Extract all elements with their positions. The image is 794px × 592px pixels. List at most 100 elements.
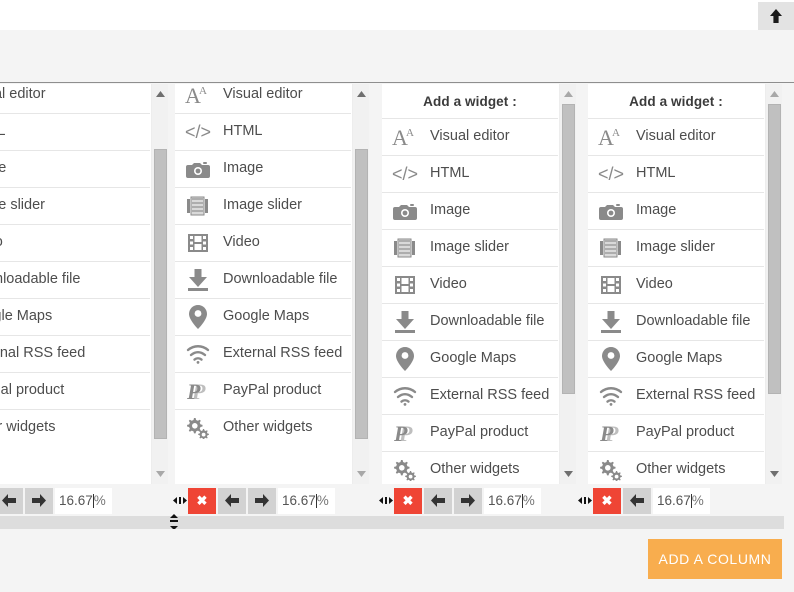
- widget-item-label: Video: [430, 276, 467, 292]
- scrollbar-thumb-column-1[interactable]: [154, 149, 167, 439]
- widget-item-film[interactable]: Video: [588, 266, 764, 303]
- widget-item-label: Image slider: [636, 239, 715, 255]
- image-slider-icon: [183, 193, 213, 219]
- widget-item-rss[interactable]: External RSS feed: [0, 335, 150, 372]
- widget-item-download[interactable]: Downloadable file: [588, 303, 764, 340]
- widget-item-film[interactable]: Video: [382, 266, 558, 303]
- scroll-down-arrow-icon[interactable]: [152, 466, 169, 482]
- scroll-up-arrow-icon[interactable]: [353, 86, 370, 102]
- scrollbar-thumb-column-3[interactable]: [562, 104, 575, 394]
- visual-editor-icon: AA: [596, 124, 626, 150]
- widget-item-label: Downloadable file: [223, 271, 338, 287]
- column-width-input-4[interactable]: 16.67%: [653, 487, 710, 514]
- widget-item-gears[interactable]: Other widgets: [382, 451, 558, 484]
- delete-column-button-4[interactable]: ✖: [593, 487, 621, 514]
- column-4-resize-handle[interactable]: [577, 488, 593, 514]
- rss-icon: [183, 341, 213, 367]
- widget-item-paypal[interactable]: PPPayPal product: [175, 372, 351, 409]
- widget-item-label: Image: [636, 202, 677, 218]
- column-2-resize-handle[interactable]: [172, 488, 188, 514]
- widget-item-paypal[interactable]: PPPayPal product: [382, 414, 558, 451]
- widget-item-paypal[interactable]: PPPayPal product: [588, 414, 764, 451]
- widget-item-label: Video: [223, 234, 260, 250]
- widget-item-image-slider[interactable]: Image slider: [588, 229, 764, 266]
- widget-item-download[interactable]: Downloadable file: [382, 303, 558, 340]
- widget-item-map-pin[interactable]: Google Maps: [382, 340, 558, 377]
- row-resize-bar[interactable]: [0, 516, 784, 529]
- scrollbar-column-3[interactable]: [559, 84, 576, 484]
- scroll-down-arrow-icon[interactable]: [560, 466, 577, 482]
- widget-item-image-slider[interactable]: Image slider: [382, 229, 558, 266]
- column-width-input-2[interactable]: 16.67%: [278, 487, 335, 514]
- scroll-up-arrow-icon[interactable]: [152, 86, 169, 102]
- scrollbar-column-4[interactable]: [765, 84, 782, 484]
- scroll-down-arrow-icon[interactable]: [766, 466, 783, 482]
- scrollbar-column-1[interactable]: [151, 84, 168, 484]
- widget-item-rss[interactable]: External RSS feed: [588, 377, 764, 414]
- widget-item-map-pin[interactable]: Google Maps: [588, 340, 764, 377]
- arrow-up-icon: [769, 8, 783, 24]
- move-left-button-4[interactable]: [623, 487, 651, 514]
- widget-item-film[interactable]: Video: [0, 224, 150, 261]
- add-a-column-button[interactable]: ADD A COLUMN: [648, 539, 782, 579]
- widget-item-code[interactable]: </>HTML: [175, 113, 351, 150]
- widget-item-visual-editor[interactable]: AAVisual editor: [175, 84, 351, 113]
- code-icon: </>: [183, 119, 213, 145]
- arrow-right-icon: [32, 494, 46, 507]
- move-right-button-1[interactable]: [25, 487, 53, 514]
- scrollbar-thumb-column-4[interactable]: [768, 104, 781, 394]
- widget-item-gears[interactable]: Other widgets: [0, 409, 150, 446]
- column-width-value-4: 16.67: [657, 493, 691, 508]
- horizontal-resize-icon: [578, 497, 592, 504]
- scrollbar-column-2[interactable]: [352, 84, 369, 484]
- widget-item-code[interactable]: </>HTML: [588, 155, 764, 192]
- widget-item-download[interactable]: Downloadable file: [175, 261, 351, 298]
- widget-column-3: Add a widget : A A Visual editor </> HTML Imag…: [382, 84, 576, 484]
- widget-item-camera[interactable]: Image: [382, 192, 558, 229]
- widget-item-label: PayPal product: [223, 382, 322, 398]
- column-width-value-1: 16.67: [59, 493, 93, 508]
- widget-item-rss[interactable]: External RSS feed: [382, 377, 558, 414]
- column-width-input-1[interactable]: 16.67%: [55, 487, 112, 514]
- widget-item-film[interactable]: Video: [175, 224, 351, 261]
- film-icon: [183, 230, 213, 256]
- column-width-input-3[interactable]: 16.67%: [484, 487, 541, 514]
- widget-item-image-slider[interactable]: Image slider: [0, 187, 150, 224]
- widget-item-rss[interactable]: External RSS feed: [175, 335, 351, 372]
- widget-list-1: Add a widget :AAVisual editor</>HTMLImag…: [0, 84, 150, 446]
- move-right-button-3[interactable]: [454, 487, 482, 514]
- widget-item-gears[interactable]: Other widgets: [588, 451, 764, 484]
- widget-item-visual-editor[interactable]: AAVisual editor: [382, 118, 558, 155]
- move-left-button-3[interactable]: [424, 487, 452, 514]
- paypal-icon: PP: [390, 420, 420, 446]
- scroll-up-arrow-icon[interactable]: [766, 86, 783, 102]
- widget-item-map-pin[interactable]: Google Maps: [175, 298, 351, 335]
- widget-item-label: PayPal product: [636, 424, 735, 440]
- widget-item-download[interactable]: Downloadable file: [0, 261, 150, 298]
- widget-item-image-slider[interactable]: Image slider: [175, 187, 351, 224]
- widget-item-camera[interactable]: Image: [0, 150, 150, 187]
- scroll-to-top-button[interactable]: [758, 2, 794, 30]
- widget-item-camera[interactable]: Image: [588, 192, 764, 229]
- scroll-up-arrow-icon[interactable]: [560, 86, 577, 102]
- widget-item-gears[interactable]: Other widgets: [175, 409, 351, 446]
- delete-column-button-2[interactable]: ✖: [188, 487, 216, 514]
- move-right-button-2[interactable]: [248, 487, 276, 514]
- move-left-button-2[interactable]: [218, 487, 246, 514]
- column-3-resize-handle[interactable]: [378, 488, 394, 514]
- widget-item-code[interactable]: </>HTML: [382, 155, 558, 192]
- widget-item-label: Video: [0, 230, 3, 254]
- widget-item-paypal[interactable]: PPPayPal product: [0, 372, 150, 409]
- widget-item-visual-editor[interactable]: AAVisual editor: [0, 84, 150, 113]
- gears-icon: [183, 415, 213, 441]
- scrollbar-thumb-column-2[interactable]: [355, 149, 368, 439]
- move-left-button-1[interactable]: [0, 487, 23, 514]
- scroll-down-arrow-icon[interactable]: [353, 466, 370, 482]
- widget-item-code[interactable]: </>HTML: [0, 113, 150, 150]
- download-icon: [390, 309, 420, 335]
- widget-item-visual-editor[interactable]: AAVisual editor: [588, 118, 764, 155]
- widget-item-camera[interactable]: Image: [175, 150, 351, 187]
- widget-item-map-pin[interactable]: Google Maps: [0, 298, 150, 335]
- delete-column-button-3[interactable]: ✖: [394, 487, 422, 514]
- widget-column-4: Add a widget : A A Visual editor </> HTML Imag…: [588, 84, 782, 484]
